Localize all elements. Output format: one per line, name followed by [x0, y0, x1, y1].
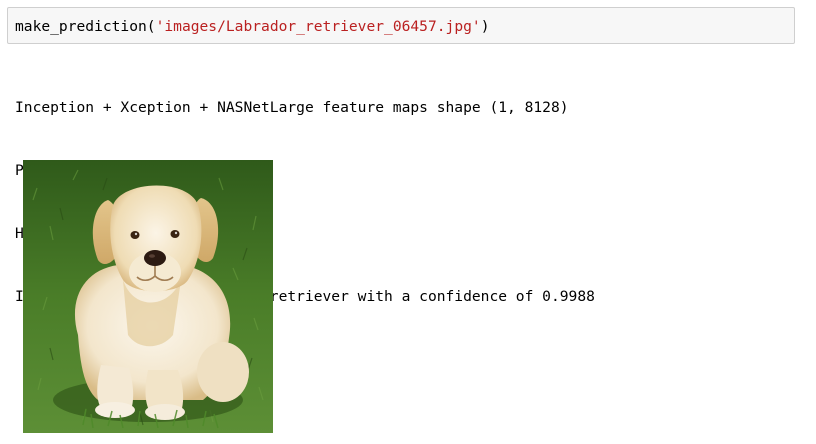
labrador-dog-illustration — [23, 160, 273, 433]
output-line-shape: Inception + Xception + NASNetLarge featu… — [15, 99, 569, 116]
code-input-cell[interactable]: make_prediction('images/Labrador_retriev… — [7, 7, 795, 44]
string-argument: 'images/Labrador_retriever_06457.jpg' — [155, 18, 481, 35]
dog-image-output — [23, 160, 273, 433]
close-paren: ) — [480, 18, 490, 35]
function-name: make_prediction — [15, 18, 147, 35]
code-line[interactable]: make_prediction('images/Labrador_retriev… — [15, 17, 489, 37]
open-paren: ( — [146, 18, 156, 35]
